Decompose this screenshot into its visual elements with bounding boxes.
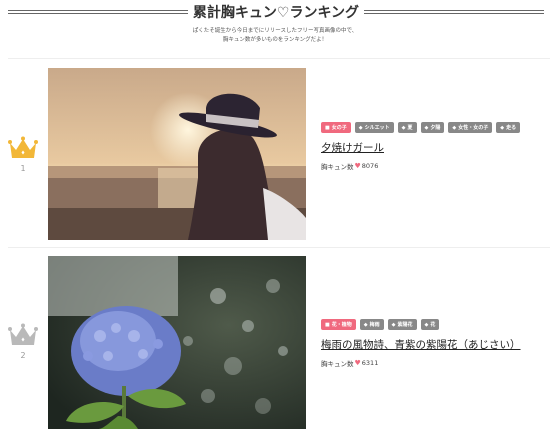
entry-info: ■ 花・植物 ◆ 梅雨 ◆ 紫陽花 ◆ 花 梅雨の風物詩、青紫の紫陽花（あじさい） 胸キ… xyxy=(321,319,550,368)
like-count: 胸キュン数 ♥ 8076 xyxy=(321,161,550,171)
title-row: 累計胸キュン♡ランキング xyxy=(0,2,550,22)
tag-icon: ◆ xyxy=(391,321,396,328)
tag-label: 女性・女の子 xyxy=(458,125,489,131)
tag-list: ■ 女の子 ◆ シルエット ◆ 夏 ◆ 夕陽 ◆ 女性・女の子 ◆ 走る xyxy=(321,122,550,133)
crown-icon xyxy=(8,136,38,158)
tag-label: 夕陽 xyxy=(430,125,441,131)
tag-icon: ◆ xyxy=(424,321,429,328)
tag-chip[interactable]: ◆ 梅雨 xyxy=(359,319,384,330)
entry-info: ■ 女の子 ◆ シルエット ◆ 夏 ◆ 夕陽 ◆ 女性・女の子 ◆ 走る 夕焼けガール 胸キ… xyxy=(321,122,550,171)
ranking-entry-1: 1 ■ 女の子 ◆ シルエット ◆ 夏 ◆ 夕陽 ◆ 女性・女の子 ◆ 走る 夕… xyxy=(0,66,550,242)
tag-chip[interactable]: ◆ 女性・女の子 xyxy=(448,122,493,133)
tag-label: 花・植物 xyxy=(331,322,352,328)
subtitle-line-1: ぱくたそ誕生から今日までにリリースしたフリー写真画像の中で、 xyxy=(192,28,358,34)
tag-icon: ◆ xyxy=(500,124,505,131)
rank-badge: 1 xyxy=(6,136,40,173)
count-label: 胸キュン数 xyxy=(321,163,354,171)
page-subtitle: ぱくたそ誕生から今日までにリリースしたフリー写真画像の中で、 胸キュン数が多いも… xyxy=(0,27,550,45)
subtitle-line-2: 胸キュン数が多いものをランキングだよ！ xyxy=(222,37,328,43)
divider xyxy=(8,247,550,248)
count-value: 6311 xyxy=(361,359,379,367)
count-label: 胸キュン数 xyxy=(321,360,354,368)
tag-label: 走る xyxy=(506,125,517,131)
ranking-entry-2: 2 ■ 花・植物 ◆ 梅雨 ◆ 紫陽花 ◆ 花 梅雨の風物詩、青紫の紫陽花（あじ… xyxy=(0,255,550,429)
tag-label: 花 xyxy=(430,322,436,328)
tag-label: 梅雨 xyxy=(369,322,380,328)
title-rule-left xyxy=(8,10,188,14)
tag-label: 紫陽花 xyxy=(397,322,413,328)
tag-icon: ◆ xyxy=(452,124,457,131)
tag-label: 女の子 xyxy=(331,125,347,131)
tag-icon: ◆ xyxy=(424,124,429,131)
tag-list: ■ 花・植物 ◆ 梅雨 ◆ 紫陽花 ◆ 花 xyxy=(321,319,550,330)
folder-icon: ■ xyxy=(325,321,330,328)
entry-title-link[interactable]: 夕焼けガール xyxy=(321,140,550,155)
tag-label: シルエット xyxy=(364,125,390,131)
count-value: 8076 xyxy=(361,162,379,170)
rank-number: 2 xyxy=(20,351,26,360)
tag-chip[interactable]: ◆ 夏 xyxy=(397,122,417,133)
tag-chip[interactable]: ◆ 花 xyxy=(420,319,440,330)
page-title: 累計胸キュン♡ランキング xyxy=(192,5,360,21)
tag-icon: ◆ xyxy=(363,321,368,328)
tag-label: 夏 xyxy=(407,125,413,131)
tag-chip[interactable]: ◆ 走る xyxy=(496,122,521,133)
category-tag[interactable]: ■ 花・植物 xyxy=(321,319,356,330)
rank-number: 1 xyxy=(20,164,26,173)
category-tag[interactable]: ■ 女の子 xyxy=(321,122,351,133)
rank-badge: 2 xyxy=(6,323,40,360)
tag-chip[interactable]: ◆ 紫陽花 xyxy=(387,319,417,330)
photo-sunset-girl[interactable] xyxy=(48,68,306,240)
photo-image xyxy=(48,256,306,429)
title-rule-right xyxy=(364,10,544,14)
tag-chip[interactable]: ◆ 夕陽 xyxy=(420,122,445,133)
tag-chip[interactable]: ◆ シルエット xyxy=(354,122,394,133)
crown-icon xyxy=(8,323,38,345)
like-count: 胸キュン数 ♥ 6311 xyxy=(321,358,550,368)
tag-icon: ◆ xyxy=(401,124,406,131)
folder-icon: ■ xyxy=(325,124,330,131)
photo-image xyxy=(48,68,306,240)
photo-hydrangea[interactable] xyxy=(48,256,306,429)
divider xyxy=(8,58,550,59)
tag-icon: ◆ xyxy=(358,124,363,131)
heart-icon: ♥ xyxy=(354,162,361,170)
heart-icon: ♥ xyxy=(354,359,361,367)
entry-title-link[interactable]: 梅雨の風物詩、青紫の紫陽花（あじさい） xyxy=(321,337,550,352)
ranking-header: 累計胸キュン♡ランキング ぱくたそ誕生から今日までにリリースしたフリー写真画像の… xyxy=(0,0,550,52)
